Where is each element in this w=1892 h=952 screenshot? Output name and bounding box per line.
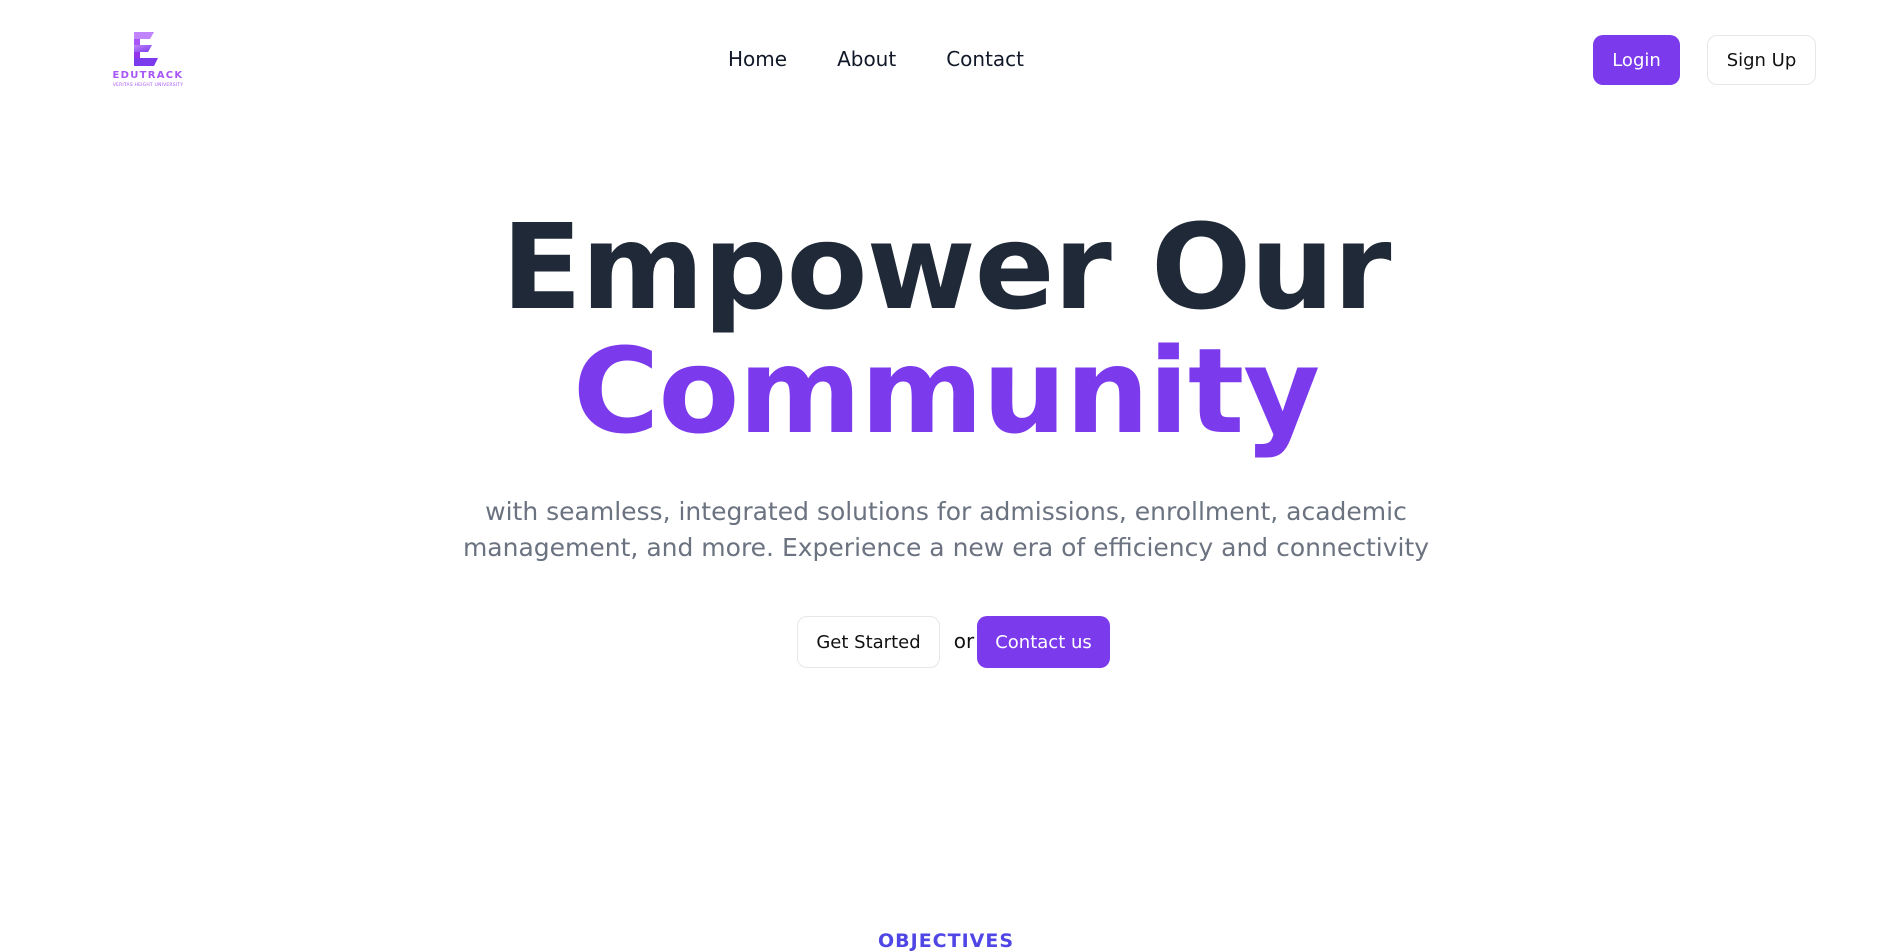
edutrack-logo[interactable]: EDUTRACK VERITAS HEIGHT UNIVERSITY bbox=[112, 30, 184, 94]
logo-wordmark: EDUTRACK bbox=[112, 70, 184, 81]
logo-tagline: VERITAS HEIGHT UNIVERSITY bbox=[112, 83, 184, 88]
nav-contact-link[interactable]: Contact bbox=[946, 44, 1024, 74]
contact-us-button[interactable]: Contact us bbox=[977, 616, 1110, 668]
login-button[interactable]: Login bbox=[1593, 35, 1680, 85]
sign-up-button[interactable]: Sign Up bbox=[1707, 35, 1816, 85]
main-nav: Home About Contact bbox=[728, 44, 1024, 74]
edutrack-logo-icon bbox=[134, 32, 158, 66]
site-header: EDUTRACK VERITAS HEIGHT UNIVERSITY Home … bbox=[0, 0, 1892, 120]
nav-home-link[interactable]: Home bbox=[728, 44, 787, 74]
or-separator: or bbox=[953, 629, 975, 653]
nav-about-link[interactable]: About bbox=[837, 44, 896, 74]
landing-page: EDUTRACK VERITAS HEIGHT UNIVERSITY Home … bbox=[0, 0, 1892, 952]
get-started-button[interactable]: Get Started bbox=[797, 616, 940, 668]
objectives-section-label: OBJECTIVES bbox=[877, 930, 1015, 952]
hero-cta-row: Get Started or Contact us bbox=[0, 616, 1892, 668]
hero-title: Empower Our Community bbox=[0, 205, 1892, 453]
hero-title-line-1: Empower Our bbox=[501, 198, 1392, 336]
hero-subtitle: with seamless, integrated solutions for … bbox=[462, 497, 1430, 562]
hero-title-line-2: Community bbox=[572, 322, 1320, 460]
